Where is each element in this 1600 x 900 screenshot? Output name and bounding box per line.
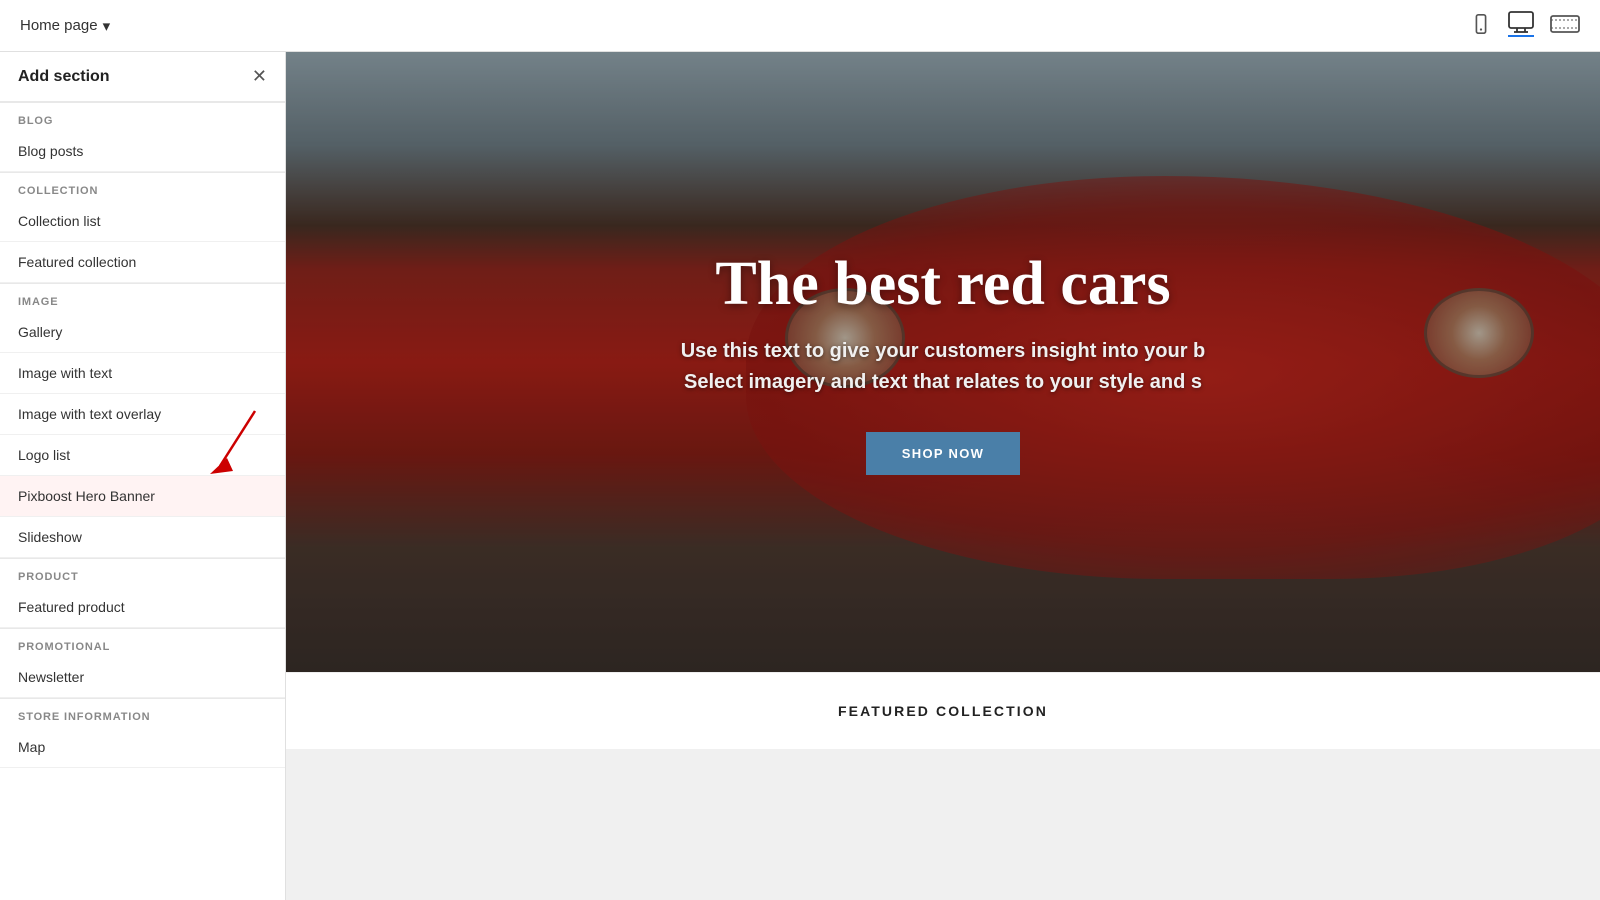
hero-title: The best red cars xyxy=(715,249,1170,320)
sidebar-header: Add section ✕ xyxy=(0,52,285,102)
sidebar-item-blog-posts[interactable]: Blog posts xyxy=(0,131,285,172)
header-left: Home page ▾ xyxy=(20,17,110,35)
hero-content: The best red cars Use this text to give … xyxy=(286,52,1600,672)
collection-list-label: Collection list xyxy=(18,213,100,229)
category-collection: COLLECTION xyxy=(0,172,285,201)
sidebar-item-logo-list[interactable]: Logo list xyxy=(0,435,285,476)
pixboost-hero-banner-label: Pixboost Hero Banner xyxy=(18,488,155,504)
featured-product-label: Featured product xyxy=(18,599,125,615)
blog-posts-label: Blog posts xyxy=(18,143,83,159)
page-selector[interactable]: Home page ▾ xyxy=(20,17,110,35)
chevron-down-icon: ▾ xyxy=(103,17,111,35)
image-with-text-overlay-label: Image with text overlay xyxy=(18,406,161,422)
close-button[interactable]: ✕ xyxy=(252,66,267,87)
sidebar-item-collection-list[interactable]: Collection list xyxy=(0,201,285,242)
featured-collection-heading: FEATURED COLLECTION xyxy=(316,703,1570,719)
hero-subtitle-1: Use this text to give your customers ins… xyxy=(681,340,1206,363)
featured-collection-label: Featured collection xyxy=(18,254,136,270)
category-store-information: STORE INFORMATION xyxy=(0,698,285,727)
image-with-text-label: Image with text xyxy=(18,365,112,381)
preview-content: The best red cars Use this text to give … xyxy=(286,52,1600,900)
app-header: Home page ▾ xyxy=(0,0,1600,52)
sidebar-item-image-with-text[interactable]: Image with text xyxy=(0,353,285,394)
category-image: IMAGE xyxy=(0,283,285,312)
header-right xyxy=(1470,11,1580,41)
desktop-view-button[interactable] xyxy=(1508,11,1534,37)
mobile-view-button[interactable] xyxy=(1470,13,1492,37)
featured-collection-section: FEATURED COLLECTION xyxy=(286,672,1600,749)
sidebar-item-pixboost-hero-banner[interactable]: Pixboost Hero Banner xyxy=(0,476,285,517)
sidebar-title: Add section xyxy=(18,68,110,86)
sidebar-item-newsletter[interactable]: Newsletter xyxy=(0,657,285,698)
sidebar-item-featured-product[interactable]: Featured product xyxy=(0,587,285,628)
add-section-sidebar: Add section ✕ BLOG Blog posts COLLECTION… xyxy=(0,52,286,900)
logo-list-label: Logo list xyxy=(18,447,70,463)
slideshow-label: Slideshow xyxy=(18,529,82,545)
category-product: PRODUCT xyxy=(0,558,285,587)
newsletter-label: Newsletter xyxy=(18,669,84,685)
widescreen-view-button[interactable] xyxy=(1550,13,1580,37)
hero-section: The best red cars Use this text to give … xyxy=(286,52,1600,672)
category-blog: BLOG xyxy=(0,102,285,131)
view-icons-group xyxy=(1470,11,1580,41)
sidebar-item-featured-collection[interactable]: Featured collection xyxy=(0,242,285,283)
category-promotional: PROMOTIONAL xyxy=(0,628,285,657)
map-label: Map xyxy=(18,739,45,755)
sidebar-item-image-with-text-overlay[interactable]: Image with text overlay xyxy=(0,394,285,435)
page-label: Home page xyxy=(20,17,98,34)
sidebar-item-gallery[interactable]: Gallery xyxy=(0,312,285,353)
gallery-label: Gallery xyxy=(18,324,62,340)
main-layout: Add section ✕ BLOG Blog posts COLLECTION… xyxy=(0,52,1600,900)
hero-shop-now-button[interactable]: SHOP NOW xyxy=(866,432,1020,475)
sidebar-item-slideshow[interactable]: Slideshow xyxy=(0,517,285,558)
page-preview: The best red cars Use this text to give … xyxy=(286,52,1600,900)
hero-subtitle-2: Select imagery and text that relates to … xyxy=(684,371,1202,394)
sidebar-item-map[interactable]: Map xyxy=(0,727,285,768)
